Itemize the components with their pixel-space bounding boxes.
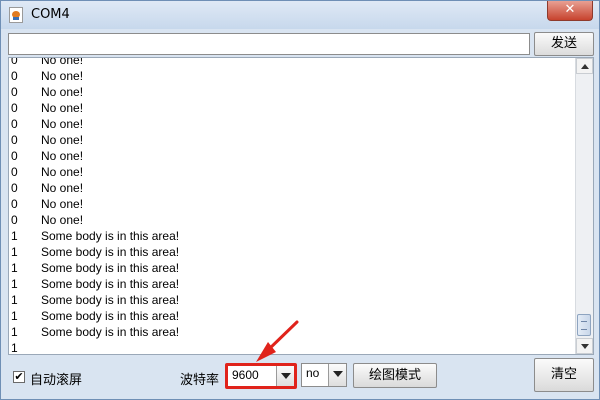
title-bar[interactable]: COM4 ✕ [1, 1, 599, 29]
output-line-value: 1 [11, 309, 18, 323]
output-line-message: No one! [41, 69, 84, 83]
output-line-value: 1 [11, 229, 18, 243]
output-line: 0 No one! [9, 116, 577, 132]
output-line-value: 0 [11, 149, 18, 163]
send-row: 发送 [8, 31, 594, 57]
send-button[interactable]: 发送 [534, 32, 594, 56]
output-line: 0 No one! [9, 212, 577, 228]
output-line-message: No one! [41, 149, 84, 163]
output-line: 0 No one! [9, 84, 577, 100]
output-line-message: No one! [41, 165, 84, 179]
java-app-icon [9, 7, 23, 23]
plot-mode-button[interactable]: 绘图模式 [353, 363, 437, 388]
bottom-toolbar: ✔ 自动滚屏 波特率 9600 no 绘图模式 清空 [8, 358, 594, 395]
output-line-message: Some body is in this area! [41, 293, 180, 307]
vertical-scrollbar[interactable] [575, 58, 593, 354]
output-line-message: No one! [41, 117, 84, 131]
serial-monitor-window: COM4 ✕ 发送 0 No one! 0 No one! 0 No one! 0 No on… [0, 0, 600, 400]
output-line: 1 Some body is in this area! [9, 324, 577, 340]
output-line-value: 0 [11, 181, 18, 195]
output-line-value: 0 [11, 69, 18, 83]
line-ending-value: no [306, 366, 320, 380]
output-line: 0 No one! [9, 100, 577, 116]
scroll-up-arrow-icon[interactable] [576, 58, 593, 74]
output-line-value: 0 [11, 165, 18, 179]
send-input[interactable] [8, 33, 530, 55]
baud-rate-value: 9600 [232, 368, 259, 382]
output-line-message: No one! [41, 213, 84, 227]
output-line-value: 1 [11, 341, 18, 355]
output-line: 1 Some body is in this area! [9, 292, 577, 308]
output-line-value: 0 [11, 57, 18, 67]
output-line: 1 Some body is in this area! [9, 228, 577, 244]
output-line: 0 No one! [9, 164, 577, 180]
output-lines: 0 No one! 0 No one! 0 No one! 0 No one! 0 No one!… [9, 57, 577, 355]
output-line-message: Some body is in this area! [41, 245, 180, 259]
output-line-value: 1 [11, 261, 18, 275]
output-line-value: 1 [11, 277, 18, 291]
output-line-value: 1 [11, 325, 18, 339]
baud-rate-label: 波特率 [180, 373, 220, 388]
chevron-down-icon[interactable] [276, 366, 294, 386]
output-line-message: Some body is in this area! [41, 325, 180, 339]
autoscroll-checkbox[interactable]: ✔ [13, 371, 25, 383]
output-line-message: Some body is in this area! [41, 309, 180, 323]
output-line-value: 0 [11, 101, 18, 115]
output-line: 1 Some body is in this area! [9, 276, 577, 292]
output-line-message: No one! [41, 85, 84, 99]
output-line-message: No one! [41, 57, 84, 67]
output-line-value: 0 [11, 213, 18, 227]
output-line-message: No one! [41, 133, 84, 147]
scroll-down-arrow-icon[interactable] [576, 338, 593, 354]
output-line: 1 [9, 340, 577, 355]
output-line-value: 1 [11, 293, 18, 307]
output-line: 1 Some body is in this area! [9, 308, 577, 324]
output-line: 1 Some body is in this area! [9, 244, 577, 260]
line-ending-select[interactable]: no [301, 363, 347, 387]
output-line: 0 No one! [9, 132, 577, 148]
output-line: 0 No one! [9, 148, 577, 164]
output-line-message: No one! [41, 181, 84, 195]
close-button[interactable]: ✕ [547, 1, 593, 21]
output-line-message: Some body is in this area! [41, 229, 180, 243]
clear-button[interactable]: 清空 [534, 358, 594, 392]
output-line: 0 No one! [9, 57, 577, 68]
output-line-message: No one! [41, 101, 84, 115]
output-line-value: 0 [11, 85, 18, 99]
output-line-message: Some body is in this area! [41, 261, 180, 275]
output-line: 1 Some body is in this area! [9, 260, 577, 276]
output-line: 0 No one! [9, 196, 577, 212]
output-line-value: 0 [11, 197, 18, 211]
output-line-value: 1 [11, 245, 18, 259]
output-line-message: Some body is in this area! [41, 277, 180, 291]
output-line: 0 No one! [9, 68, 577, 84]
output-line-value: 0 [11, 117, 18, 131]
output-line-value: 0 [11, 133, 18, 147]
serial-output-area[interactable]: 0 No one! 0 No one! 0 No one! 0 No one! 0 No one!… [8, 57, 594, 355]
chevron-down-icon[interactable] [328, 364, 346, 386]
baud-rate-select[interactable]: 9600 [225, 363, 297, 389]
output-line-message: No one! [41, 197, 84, 211]
scroll-thumb[interactable] [577, 314, 591, 336]
autoscroll-label: 自动滚屏 [30, 373, 83, 388]
window-title: COM4 [31, 7, 70, 22]
output-line: 0 No one! [9, 180, 577, 196]
